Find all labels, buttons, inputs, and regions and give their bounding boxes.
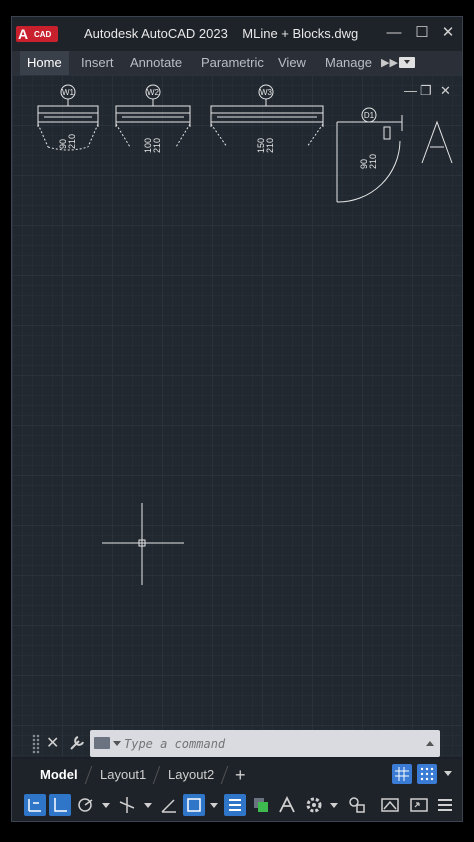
tab-divider bbox=[220, 766, 229, 784]
command-box bbox=[90, 730, 440, 757]
block-tag: W2 bbox=[147, 88, 160, 97]
tab-divider bbox=[152, 766, 161, 784]
drag-handle[interactable] bbox=[32, 734, 40, 754]
snap-grid-icon bbox=[420, 767, 434, 781]
menu-icon bbox=[438, 799, 452, 811]
block-dim-b: 210 bbox=[152, 138, 162, 153]
chevron-down-icon[interactable] bbox=[113, 741, 121, 746]
add-layout-button[interactable]: + bbox=[235, 764, 246, 786]
window-title: Autodesk AutoCAD 2023 MLine + Blocks.dwg bbox=[84, 26, 359, 41]
ribbon-dropdown[interactable] bbox=[399, 57, 415, 68]
selection-cycling-button[interactable] bbox=[276, 794, 298, 816]
object-snap-tracking-button[interactable] bbox=[158, 794, 180, 816]
tab-insert[interactable]: Insert bbox=[81, 51, 114, 75]
grid-display-button[interactable] bbox=[392, 764, 412, 784]
ortho-mode-button[interactable] bbox=[49, 794, 71, 816]
tab-divider bbox=[84, 766, 93, 784]
command-history-icon[interactable] bbox=[94, 737, 110, 749]
layout-tabs-bar: Model Layout1 Layout2 + bbox=[12, 759, 462, 789]
isodraft-button[interactable] bbox=[116, 794, 138, 816]
chevron-up-icon[interactable] bbox=[426, 741, 434, 746]
viewport-restore-icon[interactable]: ❐ bbox=[420, 83, 432, 99]
chevron-down-icon[interactable] bbox=[210, 803, 218, 808]
isolate-objects-button[interactable] bbox=[346, 794, 368, 816]
isodraft-icon bbox=[119, 797, 135, 813]
lineweight-button[interactable] bbox=[224, 794, 246, 816]
chevron-down-icon[interactable] bbox=[330, 803, 338, 808]
infer-constraints-button[interactable] bbox=[24, 794, 46, 816]
block-tag: D1 bbox=[364, 111, 375, 120]
block-tag: W3 bbox=[260, 88, 273, 97]
ortho-icon bbox=[54, 798, 67, 812]
tab-manage[interactable]: Manage bbox=[325, 51, 372, 75]
ribbon-tabs: Home Insert Annotate Parametric View Man… bbox=[12, 51, 462, 75]
wrench-icon[interactable] bbox=[68, 734, 86, 752]
window-door-blocks: W1 90 210 W2 100 210 W3 150 210 D1 90 21… bbox=[37, 84, 453, 203]
app-logo-letter: A bbox=[17, 26, 29, 42]
clean-screen-icon bbox=[410, 798, 428, 812]
app-menu-button[interactable]: A CAD bbox=[16, 26, 58, 42]
block-tag: W1 bbox=[62, 88, 75, 97]
tab-layout1[interactable]: Layout1 bbox=[100, 764, 146, 786]
tab-annotate[interactable]: Annotate bbox=[130, 51, 182, 75]
autocad-window: A CAD Autodesk AutoCAD 2023 MLine + Bloc… bbox=[11, 16, 463, 822]
transparency-button[interactable] bbox=[250, 794, 272, 816]
polar-icon bbox=[78, 798, 93, 812]
clean-screen-button[interactable] bbox=[408, 794, 430, 816]
app-logo-label: CAD bbox=[34, 29, 52, 39]
title-bar: A CAD Autodesk AutoCAD 2023 MLine + Bloc… bbox=[12, 17, 462, 51]
hamburger-menu-icon[interactable] bbox=[434, 794, 456, 816]
close-command-icon[interactable]: ✕ bbox=[46, 733, 59, 753]
snap-tracking-icon bbox=[161, 799, 176, 813]
minimize-icon[interactable]: — bbox=[384, 23, 404, 43]
tab-home[interactable]: Home bbox=[20, 51, 69, 75]
osnap-icon bbox=[187, 798, 201, 812]
hardware-icon bbox=[381, 798, 399, 812]
command-line: ✕ bbox=[32, 730, 444, 758]
hardware-acceleration-button[interactable] bbox=[379, 794, 401, 816]
polar-tracking-button[interactable] bbox=[74, 794, 96, 816]
viewport-minimize-icon[interactable]: — bbox=[404, 83, 417, 98]
object-snap-button[interactable] bbox=[183, 794, 205, 816]
status-bar bbox=[12, 789, 462, 821]
chevron-down-icon[interactable] bbox=[444, 771, 452, 776]
command-input[interactable] bbox=[124, 730, 404, 757]
tab-layout2[interactable]: Layout2 bbox=[168, 764, 214, 786]
gear-icon bbox=[306, 797, 322, 813]
block-w2[interactable]: W2 100 210 bbox=[115, 84, 191, 153]
grid-icon bbox=[395, 767, 409, 781]
tab-parametric[interactable]: Parametric bbox=[201, 51, 264, 75]
constraint-icon bbox=[28, 799, 41, 812]
chevron-down-icon[interactable] bbox=[144, 803, 152, 808]
maximize-icon[interactable]: ☐ bbox=[412, 23, 432, 43]
isolate-icon bbox=[349, 797, 365, 813]
close-icon[interactable]: ✕ bbox=[438, 23, 458, 43]
block-d1[interactable]: D1 90 210 bbox=[336, 107, 403, 203]
double-chevron-right-icon[interactable]: ▶▶ bbox=[381, 51, 398, 75]
block-w1[interactable]: W1 90 210 bbox=[37, 84, 99, 151]
tab-model[interactable]: Model bbox=[40, 764, 78, 786]
lineweight-icon bbox=[229, 799, 241, 811]
snap-mode-button[interactable] bbox=[417, 764, 437, 784]
block-dim-b: 210 bbox=[265, 138, 275, 153]
tab-view[interactable]: View bbox=[278, 51, 306, 75]
viewport-close-icon[interactable]: ✕ bbox=[440, 83, 451, 99]
chevron-down-icon[interactable] bbox=[102, 803, 110, 808]
crosshair-cursor bbox=[102, 503, 184, 585]
drawing-canvas[interactable]: W1 90 210 W2 100 210 W3 150 210 D1 90 21… bbox=[12, 75, 462, 757]
block-w3[interactable]: W3 150 210 bbox=[210, 84, 324, 153]
transparency-icon bbox=[254, 798, 268, 812]
partial-block bbox=[421, 120, 453, 164]
block-dim-b: 210 bbox=[67, 134, 77, 149]
block-dim-b: 210 bbox=[368, 154, 378, 169]
workspace-switch-button[interactable] bbox=[303, 794, 325, 816]
selection-cycling-icon bbox=[279, 795, 295, 813]
